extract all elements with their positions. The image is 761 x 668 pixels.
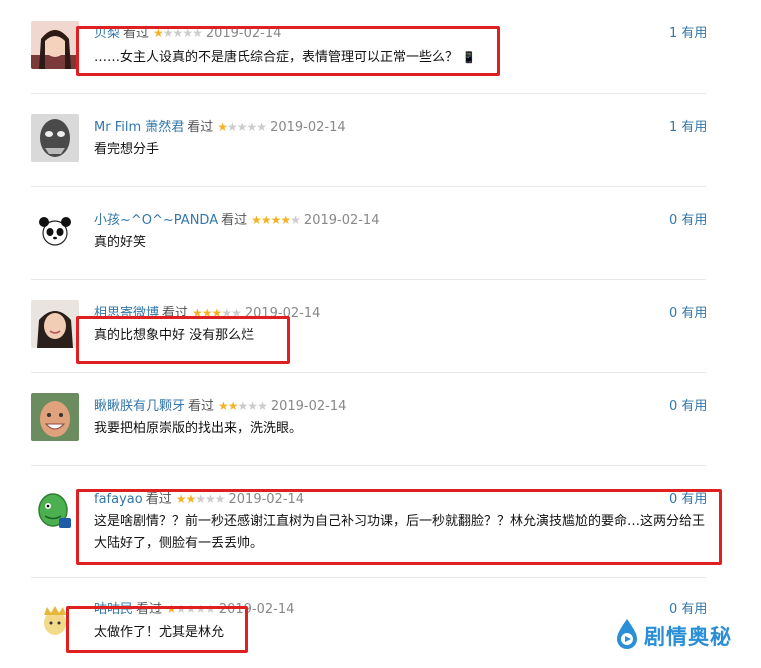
divider: [31, 465, 706, 466]
watermark-logo-icon: [614, 617, 640, 655]
comment-meta: 小孩~^O^~PANDA 看过 ★★★★★ 2019-02-14: [94, 209, 379, 228]
watch-status: 看过: [187, 120, 214, 135]
divider: [31, 577, 706, 578]
rating-stars: ★★★★★: [218, 399, 268, 413]
highlight-box: [66, 606, 248, 653]
avatar[interactable]: [31, 393, 79, 441]
comment-meta: 瞅瞅朕有几颗牙 看过 ★★★★★ 2019-02-14: [94, 395, 346, 414]
username-link[interactable]: 小孩~^O^~PANDA: [94, 213, 218, 228]
comment-meta: Mr Film 萧然君 看过 ★★★★★ 2019-02-14: [94, 116, 346, 135]
avatar[interactable]: [31, 21, 79, 69]
divider: [31, 93, 706, 94]
avatar[interactable]: [31, 300, 79, 348]
watermark-text: 剧情奥秘: [644, 625, 732, 649]
watch-status: 看过: [188, 399, 215, 414]
useful-votes[interactable]: 0 有用: [669, 395, 707, 414]
rating-stars: ★★★★★: [251, 213, 301, 227]
avatar[interactable]: [31, 488, 79, 536]
divider: [31, 279, 706, 280]
username-link[interactable]: Mr Film 萧然君: [94, 120, 184, 135]
highlight-box: [76, 26, 500, 76]
useful-votes[interactable]: 0 有用: [669, 598, 707, 617]
comment-date: 2019-02-14: [270, 120, 346, 135]
avatar[interactable]: [31, 207, 79, 255]
comment-text: 看完想分手: [94, 142, 160, 157]
avatar[interactable]: [31, 114, 79, 162]
highlight-box: [76, 316, 290, 364]
watch-status: 看过: [221, 213, 248, 228]
rating-stars: ★★★★★: [217, 120, 267, 134]
comment-date: 2019-02-14: [303, 213, 380, 228]
useful-votes[interactable]: 0 有用: [669, 209, 707, 228]
comment-text: 真的好笑: [94, 235, 147, 250]
username-link[interactable]: 瞅瞅朕有几颗牙: [94, 399, 185, 414]
comment-date: 2019-02-14: [270, 399, 347, 414]
useful-votes[interactable]: 1 有用: [669, 116, 707, 135]
comment-text: 我要把柏原崇版的找出来，洗洗眼。: [94, 421, 303, 436]
divider: [31, 186, 706, 187]
watermark: 剧情奥秘: [614, 618, 732, 654]
highlight-box: [76, 489, 722, 565]
useful-votes[interactable]: 1 有用: [669, 22, 707, 41]
divider: [31, 372, 706, 373]
useful-votes[interactable]: 0 有用: [669, 302, 707, 321]
